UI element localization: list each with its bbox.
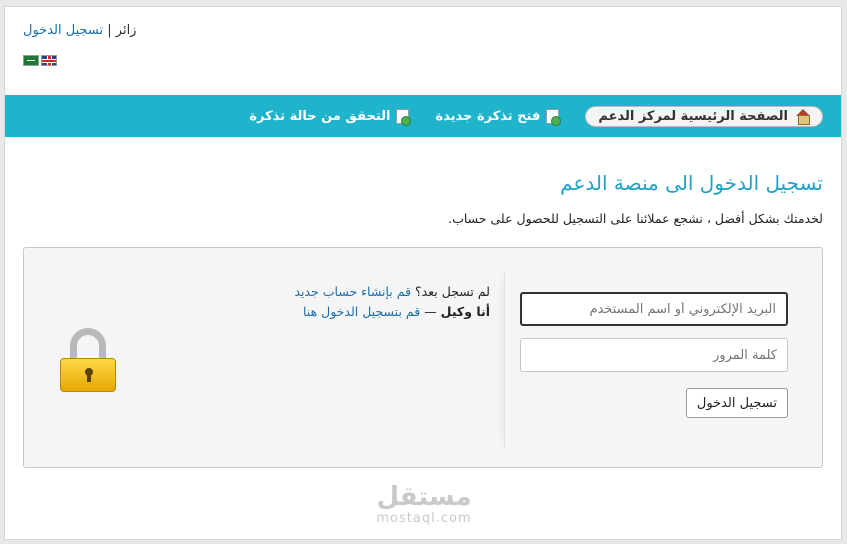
visitor-label: زائر bbox=[115, 23, 137, 38]
user-status: زائر | تسجيل الدخول bbox=[23, 23, 136, 38]
create-account-link[interactable]: قم بإنشاء حساب جديد bbox=[294, 284, 411, 299]
password-input[interactable] bbox=[520, 338, 788, 372]
account-links: لم تسجل بعد؟ قم بإنشاء حساب جديد أنا وكي… bbox=[294, 282, 490, 322]
login-form: تسجيل الدخول bbox=[504, 272, 822, 448]
main-nav: الصفحة الرئيسية لمركز الدعم فتح تذكرة جد… bbox=[5, 95, 841, 137]
page-subtitle: لخدمتك بشكل أفضل ، نشجع عملائنا على التس… bbox=[448, 211, 823, 226]
watermark-logo: مستقل mostaql.com bbox=[372, 483, 476, 526]
agent-label: أنا وكيل bbox=[440, 304, 490, 319]
watermark-arabic: مستقل bbox=[376, 482, 472, 512]
uk-flag-icon[interactable] bbox=[41, 55, 57, 66]
new-ticket-icon bbox=[546, 108, 562, 126]
login-panel: تسجيل الدخول لم تسجل بعد؟ قم بإنشاء حساب… bbox=[23, 247, 823, 468]
page-title: تسجيل الدخول الى منصة الدعم bbox=[560, 171, 823, 195]
login-link[interactable]: تسجيل الدخول bbox=[23, 23, 103, 38]
login-button[interactable]: تسجيل الدخول bbox=[685, 388, 788, 418]
nav-item-home[interactable]: الصفحة الرئيسية لمركز الدعم bbox=[585, 105, 823, 127]
username-input[interactable] bbox=[520, 292, 788, 326]
nav-item-label: التحقق من حالة تذكرة bbox=[249, 108, 391, 124]
nav-item-label: الصفحة الرئيسية لمركز الدعم bbox=[598, 108, 788, 124]
separator: | bbox=[107, 23, 112, 38]
language-switcher bbox=[23, 55, 57, 66]
home-icon bbox=[794, 109, 812, 125]
nav-item-label: فتح تذكرة جديدة bbox=[435, 108, 541, 124]
page: زائر | تسجيل الدخول الصفحة الرئيسية لمرك… bbox=[4, 6, 842, 540]
nav-item-ticket-status[interactable]: التحقق من حالة تذكرة bbox=[249, 108, 412, 126]
saudi-flag-icon[interactable] bbox=[23, 55, 39, 66]
ticket-status-icon bbox=[396, 108, 412, 126]
dash: — bbox=[424, 304, 437, 319]
watermark-latin: mostaql.com bbox=[376, 511, 472, 526]
nav-item-new-ticket[interactable]: فتح تذكرة جديدة bbox=[435, 108, 562, 126]
not-registered-text: لم تسجل بعد؟ bbox=[415, 284, 490, 299]
padlock-icon bbox=[60, 328, 116, 392]
agent-login-link[interactable]: قم بتسجيل الدخول هنا bbox=[303, 304, 420, 319]
